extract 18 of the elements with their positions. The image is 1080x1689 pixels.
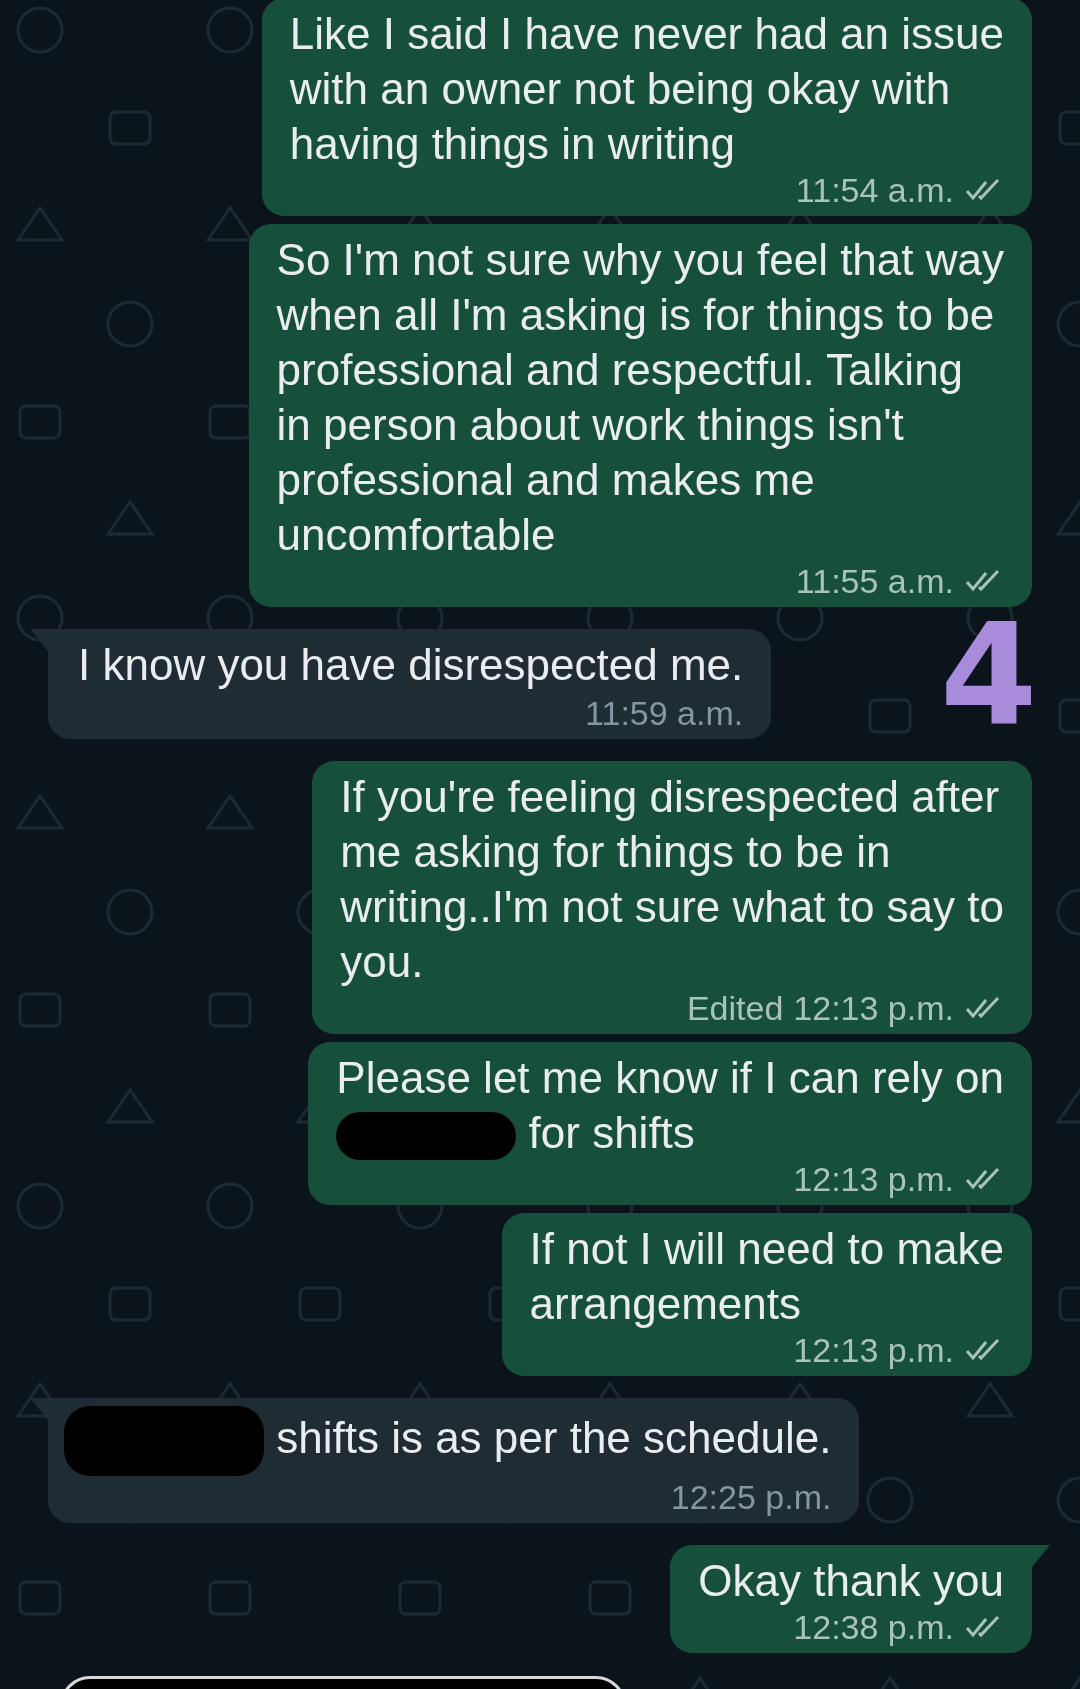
handwritten-annotation: 4 — [940, 606, 1038, 746]
message-time: 12:13 p.m. — [793, 1331, 954, 1370]
message-text: If not I will need to make arrangements — [529, 1223, 1004, 1331]
message-text: If you're feeling disrespected after me asking for things to be in writing..I'm not sure what to say to you. — [340, 771, 1004, 988]
message-time: 12:25 p.m. — [670, 1478, 832, 1517]
message-text: Like I said I have never had an issue with an owner not being okay with having things in writing — [289, 8, 1004, 170]
message-time: 11:54 a.m. — [795, 171, 954, 209]
message-text: shifts is as per the schedule. — [78, 1406, 832, 1477]
message-text: I know you have disrespected me. — [78, 639, 744, 691]
message-text: So I'm not sure why you feel that way when all I'm asking is for things to be professional and respectful. Talking in person about work things isn't professional and makes me uncomfortable — [276, 234, 1004, 561]
message-time: 12:13 p.m. — [793, 1160, 954, 1199]
message-text: Please let me know if I can rely on for shifts — [336, 1050, 1004, 1161]
message-time: 11:55 a.m. — [795, 562, 954, 600]
message-time: 12:13 p.m. — [793, 989, 954, 1027]
message-time: 12:38 p.m. — [793, 1608, 954, 1647]
edited-label: Edited — [686, 989, 784, 1027]
message-time: 11:59 a.m. — [585, 694, 744, 732]
message-text: Okay thank you — [698, 1555, 1004, 1608]
